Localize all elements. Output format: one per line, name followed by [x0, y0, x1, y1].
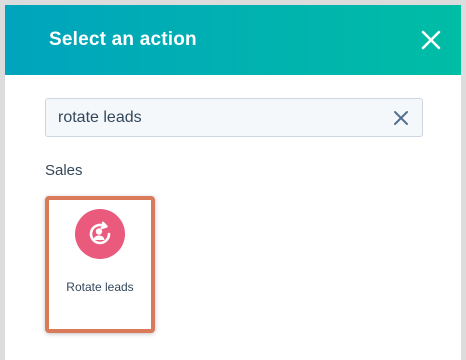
- search-input[interactable]: [58, 108, 384, 127]
- select-action-dialog: Select an action Sales Rotate: [0, 0, 466, 360]
- dialog-header: Select an action: [5, 5, 461, 75]
- section-label-sales: Sales: [45, 162, 83, 179]
- dialog-title: Select an action: [49, 29, 197, 50]
- action-card-rotate-leads[interactable]: Rotate leads: [45, 196, 155, 333]
- close-icon: [421, 30, 441, 50]
- close-button[interactable]: [419, 28, 443, 52]
- search-box: [45, 98, 423, 137]
- clear-search-button[interactable]: [392, 109, 410, 127]
- rotate-user-icon: [75, 209, 125, 259]
- clear-icon: [394, 110, 408, 125]
- action-label-rotate-leads: Rotate leads: [66, 280, 134, 294]
